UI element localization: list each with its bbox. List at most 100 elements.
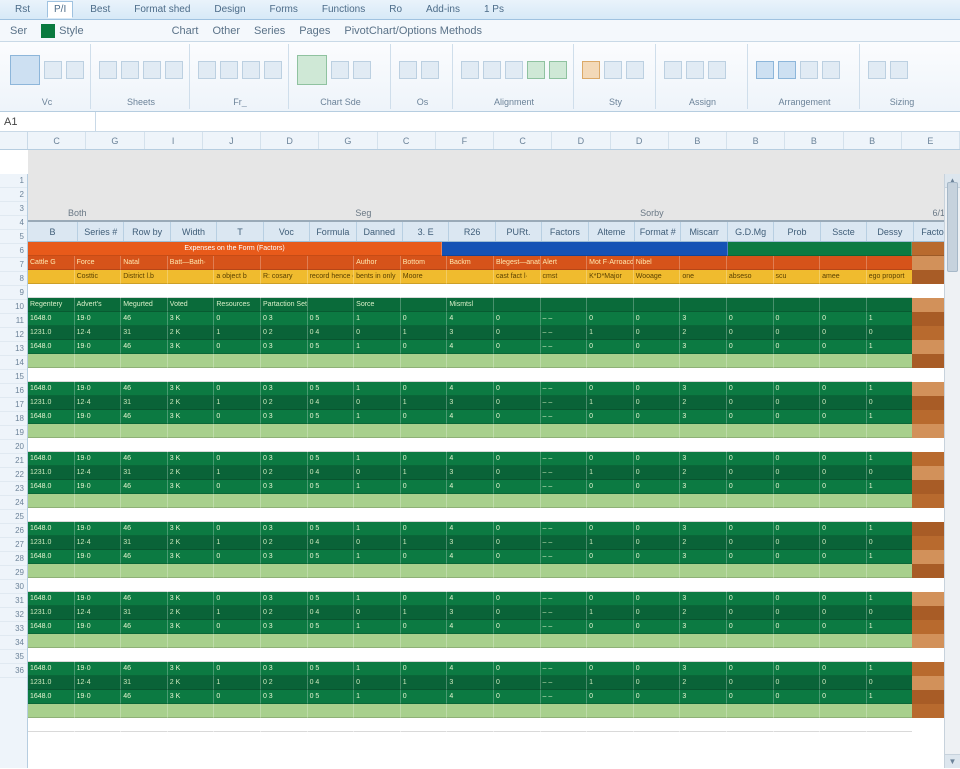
- style-icon[interactable]: [626, 61, 644, 79]
- cell[interactable]: 1: [587, 326, 634, 340]
- cell[interactable]: 0: [820, 522, 867, 536]
- cell[interactable]: Nibel: [634, 256, 681, 270]
- cell[interactable]: ego proport: [867, 270, 914, 284]
- cell[interactable]: 0 4: [308, 676, 355, 690]
- row-header[interactable]: 28: [0, 552, 27, 566]
- cell[interactable]: 0: [634, 606, 681, 620]
- cell[interactable]: Mismtsl: [447, 298, 494, 312]
- style-icon[interactable]: [604, 61, 622, 79]
- cell[interactable]: 0: [634, 312, 681, 326]
- cell[interactable]: [447, 704, 494, 718]
- cell[interactable]: [28, 494, 75, 508]
- cell[interactable]: 0: [820, 606, 867, 620]
- cell[interactable]: [168, 648, 215, 662]
- cell[interactable]: [168, 284, 215, 298]
- cell[interactable]: 0: [494, 592, 541, 606]
- cell[interactable]: [494, 508, 541, 522]
- cell[interactable]: [634, 578, 681, 592]
- cell[interactable]: [447, 648, 494, 662]
- cell[interactable]: 0 5: [308, 410, 355, 424]
- bold-icon[interactable]: [242, 61, 260, 79]
- cell[interactable]: 0: [214, 550, 261, 564]
- data-row[interactable]: [28, 438, 960, 452]
- cell[interactable]: 0: [634, 326, 681, 340]
- cell[interactable]: 3: [680, 452, 727, 466]
- cell[interactable]: – –: [541, 592, 588, 606]
- cell[interactable]: [261, 494, 308, 508]
- cell[interactable]: [727, 354, 774, 368]
- cell[interactable]: [261, 578, 308, 592]
- cell[interactable]: 0: [214, 382, 261, 396]
- column-header[interactable]: C: [494, 132, 552, 149]
- cell[interactable]: [214, 256, 261, 270]
- cell[interactable]: [680, 648, 727, 662]
- cell[interactable]: [401, 718, 448, 732]
- cell[interactable]: [168, 424, 215, 438]
- cell[interactable]: [168, 718, 215, 732]
- cell[interactable]: 0: [634, 536, 681, 550]
- row-header[interactable]: 24: [0, 496, 27, 510]
- cell[interactable]: [75, 368, 122, 382]
- cell[interactable]: 46: [121, 522, 168, 536]
- cell[interactable]: – –: [541, 662, 588, 676]
- cell[interactable]: 46: [121, 340, 168, 354]
- cell[interactable]: 1: [401, 676, 448, 690]
- cell[interactable]: [261, 256, 308, 270]
- cell[interactable]: – –: [541, 690, 588, 704]
- cell[interactable]: [447, 494, 494, 508]
- cell[interactable]: 0: [494, 662, 541, 676]
- cell[interactable]: [494, 564, 541, 578]
- cell[interactable]: [680, 368, 727, 382]
- cell[interactable]: [168, 578, 215, 592]
- cell[interactable]: 0: [634, 340, 681, 354]
- row-header[interactable]: 30: [0, 580, 27, 594]
- cell[interactable]: [308, 578, 355, 592]
- cell[interactable]: [261, 634, 308, 648]
- cell[interactable]: 0: [494, 536, 541, 550]
- cell[interactable]: [820, 284, 867, 298]
- cell[interactable]: – –: [541, 340, 588, 354]
- cell[interactable]: [401, 508, 448, 522]
- row-header[interactable]: 19: [0, 426, 27, 440]
- cell[interactable]: 0: [401, 452, 448, 466]
- cell[interactable]: 0: [727, 620, 774, 634]
- cell[interactable]: 1: [354, 592, 401, 606]
- cell[interactable]: [680, 298, 727, 312]
- cell[interactable]: [354, 718, 401, 732]
- cell[interactable]: 0: [774, 662, 821, 676]
- cell[interactable]: 31: [121, 326, 168, 340]
- data-row[interactable]: 1231.012·4312 K10 20 40130– –10200001: [28, 466, 960, 480]
- cell[interactable]: 0: [727, 396, 774, 410]
- cell[interactable]: [75, 438, 122, 452]
- row-header[interactable]: 9: [0, 286, 27, 300]
- cell[interactable]: [354, 354, 401, 368]
- cell[interactable]: 0: [401, 662, 448, 676]
- row-header[interactable]: 5: [0, 230, 27, 244]
- cell[interactable]: Moore: [401, 270, 448, 284]
- cell[interactable]: 3: [447, 676, 494, 690]
- cell[interactable]: [28, 424, 75, 438]
- cell[interactable]: [774, 578, 821, 592]
- cell[interactable]: 0: [214, 452, 261, 466]
- row-header[interactable]: 2: [0, 188, 27, 202]
- cell[interactable]: 19·0: [75, 522, 122, 536]
- table-header-cell[interactable]: R26: [449, 222, 495, 241]
- cell[interactable]: [214, 564, 261, 578]
- cell[interactable]: 1648.0: [28, 480, 75, 494]
- arrange-icon[interactable]: [778, 61, 796, 79]
- cell[interactable]: – –: [541, 676, 588, 690]
- cell[interactable]: 0 5: [308, 592, 355, 606]
- table-header-cell[interactable]: Format #: [635, 222, 681, 241]
- cell[interactable]: [308, 494, 355, 508]
- data-row[interactable]: 1231.012·4312 K10 20 40130– –10200001: [28, 326, 960, 340]
- cell[interactable]: 1: [354, 480, 401, 494]
- size-icon[interactable]: [890, 61, 908, 79]
- cell[interactable]: [75, 718, 122, 732]
- cell[interactable]: 3: [680, 480, 727, 494]
- cell[interactable]: [261, 354, 308, 368]
- cell[interactable]: 4: [447, 690, 494, 704]
- cell[interactable]: 0: [634, 522, 681, 536]
- table-header-cell[interactable]: Series #: [78, 222, 124, 241]
- cell[interactable]: 2 K: [168, 466, 215, 480]
- cell[interactable]: 0: [727, 340, 774, 354]
